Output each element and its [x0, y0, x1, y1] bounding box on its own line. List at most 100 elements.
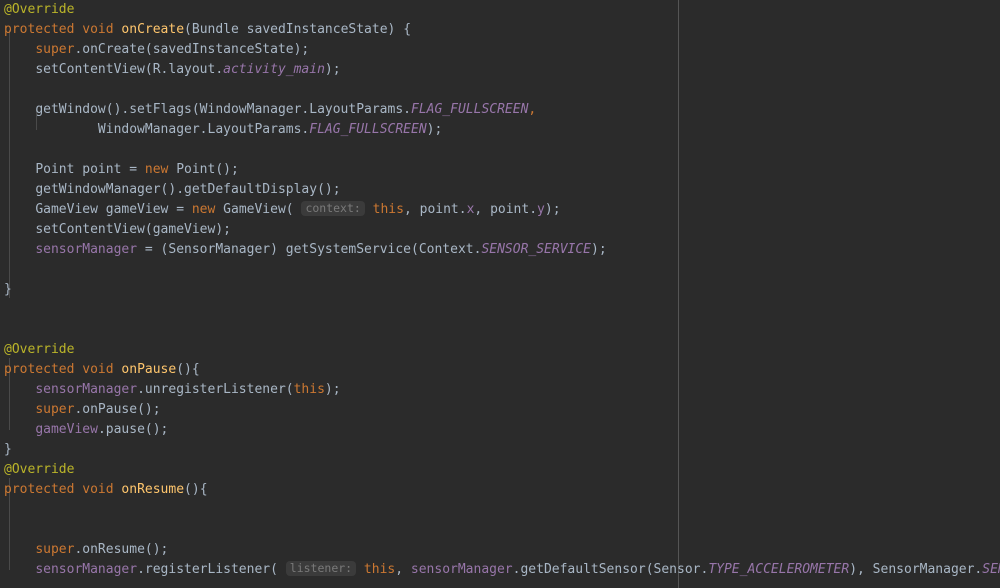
code-line[interactable] — [0, 520, 1000, 540]
code-token: ); — [426, 122, 443, 137]
code-token: protected — [4, 22, 75, 37]
code-token: @Override — [4, 342, 75, 357]
code-token: .onResume(); — [74, 542, 169, 557]
code-token: setContentView(R.layout. — [35, 62, 224, 77]
code-token: WindowManager.LayoutParams. — [97, 122, 310, 137]
code-line[interactable]: setContentView(R.layout.activity_main); — [0, 60, 1000, 80]
code-token: sensorManager — [35, 242, 138, 257]
code-token: , point. — [474, 202, 538, 217]
code-line[interactable]: getWindow().setFlags(WindowManager.Layou… — [0, 100, 1000, 120]
code-line[interactable] — [0, 260, 1000, 280]
code-line[interactable]: sensorManager = (SensorManager) getSyste… — [0, 240, 1000, 260]
code-token: gameView — [35, 422, 98, 437]
code-line[interactable] — [0, 140, 1000, 160]
code-line[interactable] — [0, 300, 1000, 320]
code-line[interactable] — [0, 580, 1000, 588]
code-line[interactable] — [0, 320, 1000, 340]
code-content[interactable]: @Override protected void onCreate(Bundle … — [0, 0, 1000, 588]
code-token: y — [537, 202, 545, 217]
code-token: SENSOR_SERVICE — [481, 242, 592, 257]
code-token: void — [82, 22, 114, 37]
code-token: ); — [544, 202, 561, 217]
code-line[interactable]: setContentView(gameView); — [0, 220, 1000, 240]
code-token: new — [191, 202, 216, 217]
code-token: getWindow().setFlags(WindowManager.Layou… — [35, 102, 411, 117]
code-line[interactable]: GameView gameView = new GameView( contex… — [0, 200, 1000, 220]
code-token: , — [395, 562, 411, 577]
code-token: setContentView(gameView); — [35, 222, 231, 237]
code-line[interactable]: } — [0, 440, 1000, 460]
code-line[interactable]: sensorManager.registerListener( listener… — [0, 560, 1000, 580]
code-token: .getDefaultSensor(Sensor. — [512, 562, 709, 577]
code-line[interactable]: @Override — [0, 460, 1000, 480]
code-token: (){ — [184, 482, 208, 497]
code-line[interactable]: protected void onPause(){ — [0, 360, 1000, 380]
code-token: this — [372, 202, 404, 217]
code-token: FLAG_FULLSCREEN — [309, 122, 427, 137]
code-line[interactable]: sensorManager.unregisterListener(this); — [0, 380, 1000, 400]
code-token: super — [35, 542, 75, 557]
code-token: GameView gameView = — [35, 202, 192, 217]
code-line[interactable]: @Override — [0, 340, 1000, 360]
code-token: new — [144, 162, 169, 177]
code-token: ); — [324, 62, 341, 77]
code-token: ), — [849, 562, 865, 577]
code-token: TYPE_ACCELEROMETER — [708, 562, 850, 577]
code-token: activity_main — [223, 62, 325, 77]
code-line[interactable]: } — [0, 280, 1000, 300]
code-token: SENSOR_DELAY_GAME — [982, 562, 1000, 577]
code-editor[interactable]: @Override protected void onCreate(Bundle … — [0, 0, 1000, 588]
code-line[interactable]: super.onResume(); — [0, 540, 1000, 560]
code-line[interactable]: super.onPause(); — [0, 400, 1000, 420]
code-token: .pause(); — [97, 422, 169, 437]
code-token: void — [82, 482, 114, 497]
code-token: protected — [4, 362, 75, 377]
code-token: .onPause(); — [74, 402, 161, 417]
code-token: = (SensorManager) getSystemService(Conte… — [137, 242, 482, 257]
code-token: sensorManager — [35, 562, 138, 577]
code-token: } — [4, 442, 12, 457]
code-token: super — [35, 402, 75, 417]
code-line[interactable]: protected void onCreate(Bundle savedInst… — [0, 20, 1000, 40]
code-token: (){ — [176, 362, 200, 377]
code-token: protected — [4, 482, 75, 497]
code-token: .registerListener( — [137, 562, 286, 577]
code-line[interactable] — [0, 500, 1000, 520]
code-line[interactable] — [0, 80, 1000, 100]
code-token: onPause — [121, 362, 177, 377]
code-line[interactable]: @Override — [0, 0, 1000, 20]
code-token: void — [82, 362, 114, 377]
code-token: Point point = — [35, 162, 145, 177]
code-token: , — [528, 102, 537, 117]
code-line[interactable]: WindowManager.LayoutParams.FLAG_FULLSCRE… — [0, 120, 1000, 140]
code-line[interactable]: gameView.pause(); — [0, 420, 1000, 440]
code-line[interactable]: getWindowManager().getDefaultDisplay(); — [0, 180, 1000, 200]
code-token: getWindowManager().getDefaultDisplay(); — [35, 182, 341, 197]
code-token: onCreate — [121, 22, 185, 37]
parameter-hint-badge[interactable]: listener: — [285, 561, 357, 576]
code-line[interactable]: protected void onResume(){ — [0, 480, 1000, 500]
code-token: SensorManager. — [864, 562, 983, 577]
code-token: Point(); — [168, 162, 239, 177]
code-line[interactable]: super.onCreate(savedInstanceState); — [0, 40, 1000, 60]
code-token: @Override — [4, 2, 75, 17]
code-token: ); — [324, 382, 341, 397]
code-token: .onCreate(savedInstanceState); — [74, 42, 310, 57]
code-token: (Bundle savedInstanceState) { — [184, 22, 412, 37]
parameter-hint-badge[interactable]: context: — [301, 201, 365, 216]
code-token: sensorManager — [410, 562, 513, 577]
code-line[interactable]: Point point = new Point(); — [0, 160, 1000, 180]
code-token: sensorManager — [35, 382, 138, 397]
